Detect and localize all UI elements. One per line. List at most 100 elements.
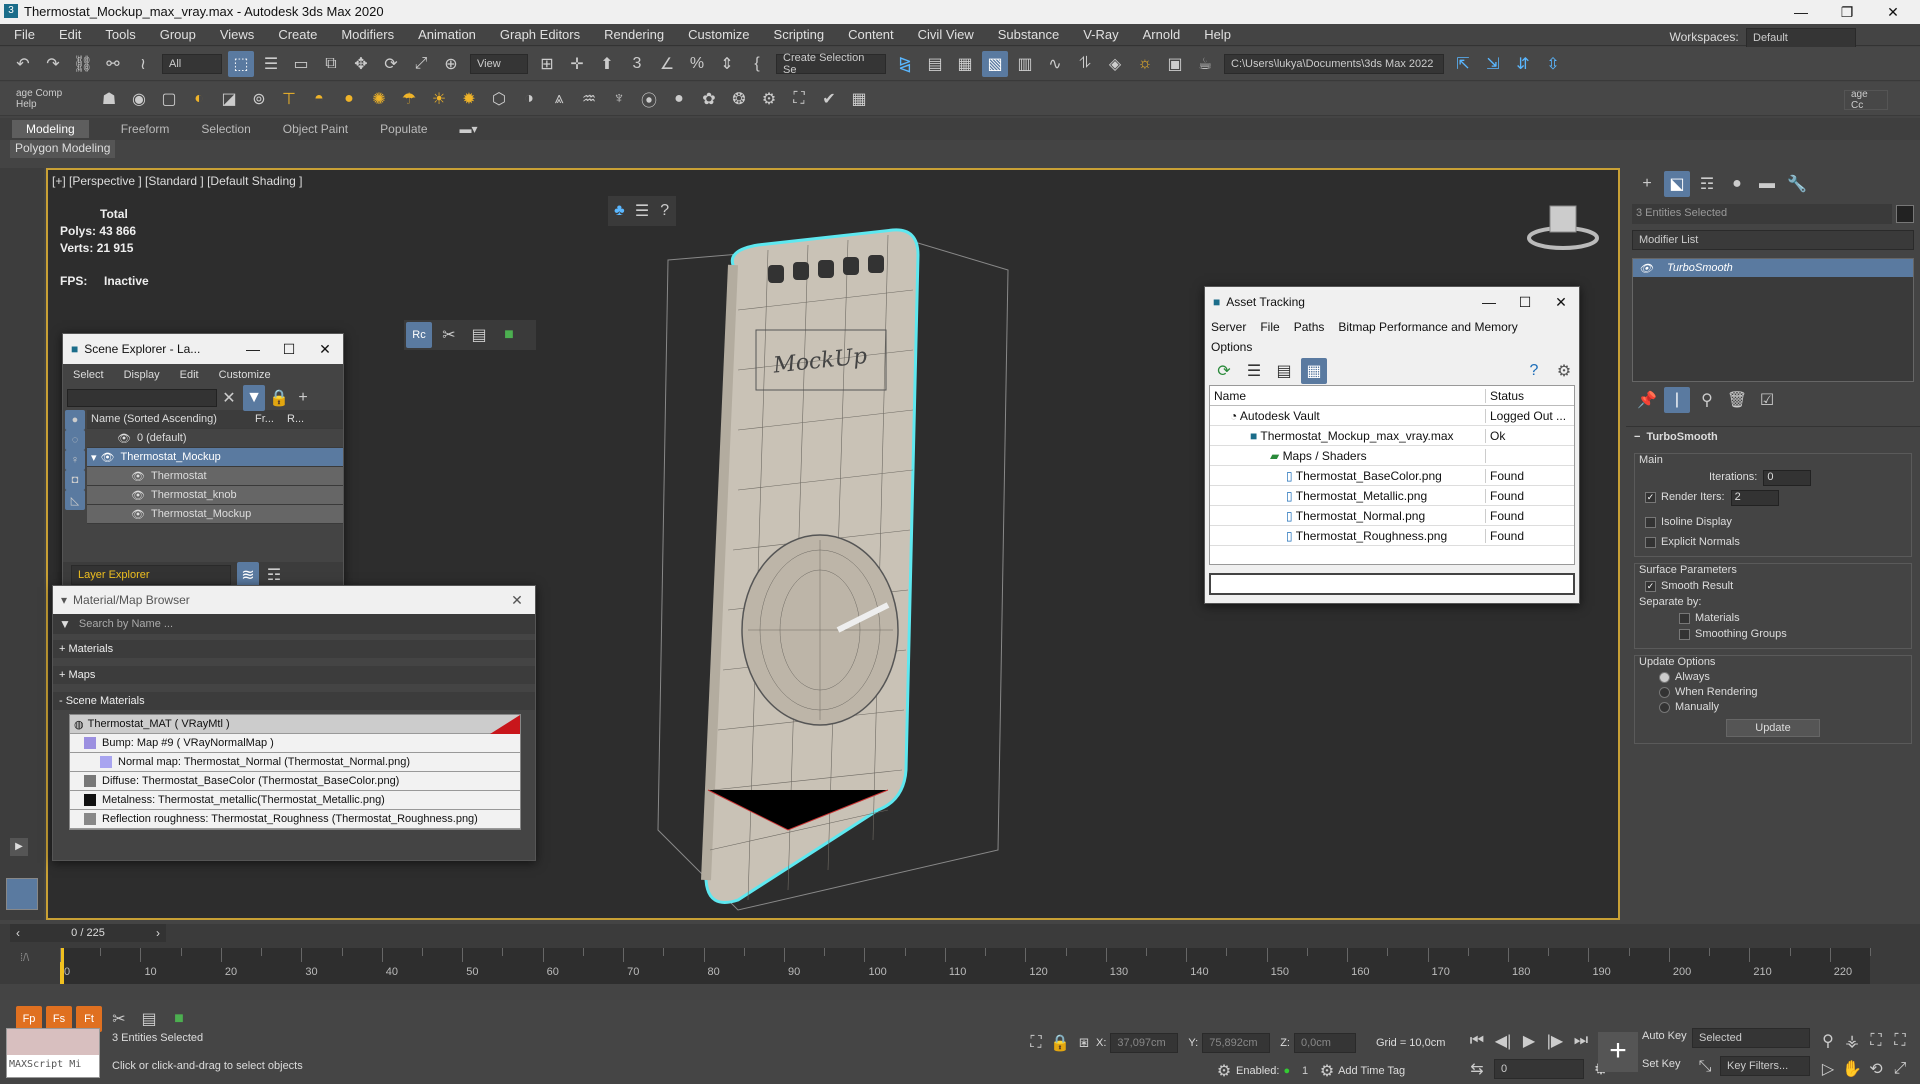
scale-icon[interactable]: ⤢ [408, 51, 434, 77]
iterations-spinner[interactable]: 0 [1763, 470, 1812, 486]
vray-fur-icon[interactable]: ⩓ [546, 86, 572, 112]
se-display-objects-icon[interactable]: ● [65, 410, 85, 430]
asset-col-name[interactable]: Name [1210, 388, 1486, 403]
mmb-options-icon[interactable]: ▼ [59, 617, 71, 631]
table-icon[interactable]: ▤ [466, 322, 492, 348]
material-editor-icon[interactable]: ◈ [1102, 51, 1128, 77]
render-setup-icon[interactable]: ☼ [1132, 51, 1158, 77]
table-row[interactable]: ▾ 👁 Thermostat_Mockup [87, 448, 343, 467]
menu-vray[interactable]: V-Ray [1083, 27, 1118, 42]
menu-scripting[interactable]: Scripting [774, 27, 825, 42]
asset-thumbnail-icon[interactable]: ▤ [1271, 358, 1297, 384]
menu-modifiers[interactable]: Modifiers [341, 27, 394, 42]
key-mode-icon[interactable]: ⇆ [1466, 1056, 1488, 1082]
set-project-icon[interactable]: ⇲ [1480, 51, 1506, 77]
se-lock-icon[interactable]: 🔒 [269, 385, 289, 411]
menu-file[interactable]: File [14, 27, 35, 42]
ribbon-tab-selection[interactable]: Selection [201, 122, 250, 136]
ribbon-tab-object-paint[interactable]: Object Paint [283, 122, 348, 136]
next-frame-icon[interactable]: › [150, 926, 166, 940]
visibility-eye-icon[interactable]: 👁 [131, 470, 145, 483]
align-icon[interactable]: ▤ [922, 51, 948, 77]
material-map-browser-window[interactable]: ▾ Material/Map Browser ✕ ▼ Search by Nam… [52, 585, 536, 861]
current-frame-field[interactable]: 0 [1494, 1059, 1584, 1079]
asset-col-status[interactable]: Status [1486, 389, 1524, 403]
table-row[interactable]: 👁 Thermostat_Mockup [87, 505, 343, 524]
project-path-dropdown[interactable]: C:\Users\lukya\Documents\3ds Max 2022 [1224, 53, 1444, 74]
scene-explorer-minimize[interactable]: — [235, 341, 271, 357]
vray-proxy-icon[interactable]: ⬡ [486, 86, 512, 112]
rc-icon[interactable]: Rc [406, 322, 432, 348]
time-slider[interactable]: ‹ 0 / 225 › [10, 924, 166, 942]
menu-customize[interactable]: Customize [688, 27, 749, 42]
asset-table-icon[interactable]: ▦ [1301, 358, 1327, 384]
scene-explorer-window[interactable]: ■ Scene Explorer - La... — ☐ ✕ Select Di… [62, 333, 344, 589]
key-filters-button[interactable]: Key Filters... [1720, 1056, 1810, 1076]
undo-icon[interactable]: ↶ [10, 51, 36, 77]
list-item[interactable]: Bump: Map #9 ( VRayNormalMap ) [70, 734, 520, 753]
track-bar[interactable]: 0 10 20 30 40 50 60 70 80 90 100 110 120 130 140 150 160… [60, 948, 1871, 984]
prev-frame-icon[interactable]: ‹ [10, 926, 26, 940]
se-display-lights-icon[interactable]: ♀ [65, 450, 85, 470]
rollout-title[interactable]: TurboSmooth [1646, 431, 1717, 443]
list-item[interactable]: Normal map: Thermostat_Normal (Thermosta… [70, 753, 520, 772]
table-row[interactable]: 👁 Thermostat [87, 467, 343, 486]
right-panel-label[interactable]: age Cc [1844, 89, 1888, 111]
map-tool-icon[interactable]: ■ [166, 1006, 192, 1032]
se-menu-display[interactable]: Display [124, 369, 160, 381]
table-row[interactable]: ▯ Thermostat_Metallic.png Found [1210, 486, 1574, 506]
scene-explorer-maximize[interactable]: ☐ [271, 341, 307, 358]
snaps-toggle-icon[interactable]: 3 [624, 51, 650, 77]
mmb-group-maps[interactable]: + Maps [53, 666, 535, 684]
asset-menu-bitmap[interactable]: Bitmap Performance and Memory [1338, 320, 1517, 334]
visibility-eye-icon[interactable]: 👁 [131, 489, 145, 502]
list-tool-icon[interactable]: ▤ [136, 1006, 162, 1032]
asset-path-field[interactable] [1209, 573, 1575, 595]
redo-icon[interactable]: ↷ [40, 51, 66, 77]
select-by-name-icon[interactable]: ☰ [258, 51, 284, 77]
percent-snap-icon[interactable]: % [684, 51, 710, 77]
list-item[interactable]: ◍ Thermostat_MAT ( VRayMtl ) [70, 715, 520, 734]
workspace-selector[interactable]: Workspaces: Default [1670, 28, 1860, 48]
expand-arrow-icon[interactable]: ▾ [91, 451, 97, 464]
selection-name-field[interactable]: 3 Entities Selected [1632, 204, 1893, 224]
asset-maximize[interactable]: ☐ [1507, 294, 1543, 311]
teapot-icon[interactable]: ☗ [96, 86, 122, 112]
reference-coord-dropdown[interactable]: View [470, 53, 528, 74]
se-col-fr[interactable]: Fr... [255, 413, 287, 425]
key-selection-dropdown[interactable]: Selected [1692, 1028, 1810, 1048]
se-display-cameras-icon[interactable]: ◘ [65, 470, 85, 490]
play-icon[interactable]: ▶ [1518, 1028, 1540, 1054]
field-of-view-icon[interactable]: ▷ [1818, 1056, 1838, 1082]
se-search-input[interactable] [67, 389, 217, 407]
vray-converter-icon[interactable]: ⛶ [786, 86, 812, 112]
ribbon-sub-polygon-modeling[interactable]: Polygon Modeling [10, 140, 116, 158]
asset-minimize[interactable]: — [1471, 294, 1507, 310]
rect-selection-icon[interactable]: ▭ [288, 51, 314, 77]
zoom-icon[interactable]: ⚲ [1818, 1028, 1838, 1054]
menu-graph-editors[interactable]: Graph Editors [500, 27, 580, 42]
shapes-icon[interactable]: ◪ [216, 86, 242, 112]
asset-list-icon[interactable]: ☰ [1241, 358, 1267, 384]
explicit-normals-checkbox[interactable] [1645, 536, 1656, 548]
x-coordinate-field[interactable]: 37,097cm [1110, 1033, 1179, 1053]
maxscript-mini-input[interactable]: MAXScript Mi [7, 1055, 99, 1077]
vray-light-icon[interactable]: ⊤ [276, 86, 302, 112]
add-time-tag-button[interactable]: Add Time Tag [1338, 1065, 1405, 1077]
lights-icon[interactable]: ⊚ [246, 86, 272, 112]
keyboard-shortcut-icon[interactable]: ⬆ [594, 51, 620, 77]
create-tab-icon[interactable]: + [1634, 171, 1660, 197]
ribbon-tab-freeform[interactable]: Freeform [121, 122, 170, 136]
list-item[interactable]: Diffuse: Thermostat_BaseColor (Thermosta… [70, 772, 520, 791]
table-row[interactable]: ▯ Thermostat_BaseColor.png Found [1210, 466, 1574, 486]
project-options-icon[interactable]: ⇳ [1540, 51, 1566, 77]
bind-space-warp-icon[interactable]: ≀ [130, 51, 156, 77]
link-icon[interactable]: ⛓ [70, 51, 96, 77]
table-row[interactable]: ▰ Maps / Shaders [1210, 446, 1574, 466]
auto-key-button[interactable]: Auto Key [1642, 1030, 1687, 1042]
modifier-list-dropdown[interactable]: Modifier List [1632, 230, 1914, 250]
table-row[interactable]: ◔ Autodesk Vault Logged Out ... [1210, 406, 1574, 426]
object-color-swatch[interactable] [1896, 205, 1914, 223]
se-menu-customize[interactable]: Customize [219, 369, 271, 381]
y-coordinate-field[interactable]: 75,892cm [1202, 1033, 1271, 1053]
